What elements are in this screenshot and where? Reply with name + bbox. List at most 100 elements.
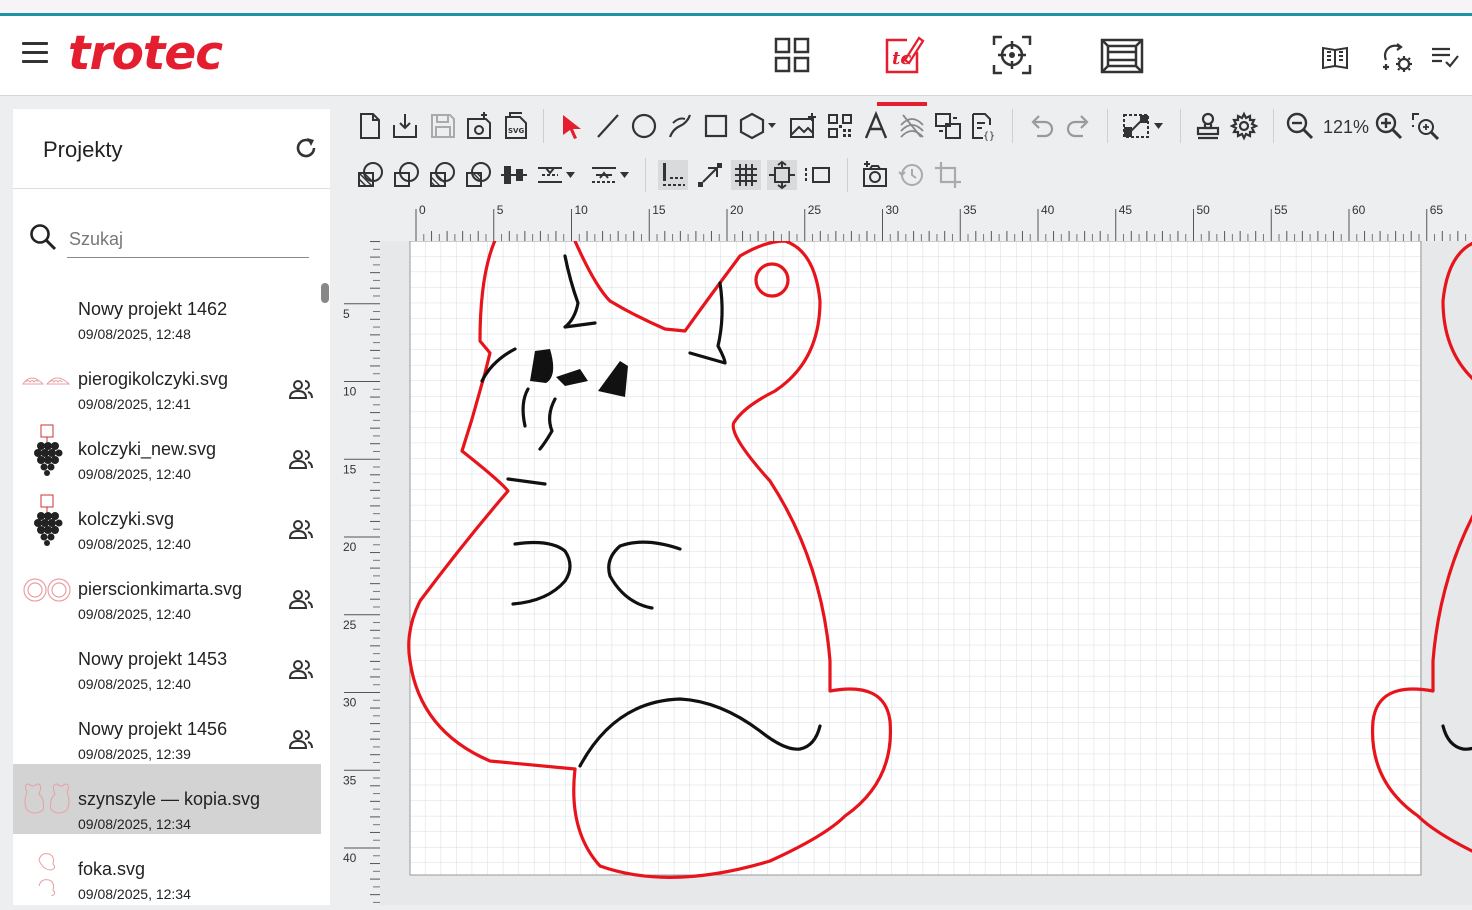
grid-snap-icon[interactable] xyxy=(731,160,761,190)
new-file-icon[interactable] xyxy=(355,111,385,141)
design-canvas[interactable] xyxy=(380,234,1472,905)
book-icon[interactable] xyxy=(1319,40,1353,74)
zoom-in-icon[interactable] xyxy=(1374,111,1404,141)
replace-object-icon[interactable] xyxy=(933,111,963,141)
queue-list-icon[interactable] xyxy=(1428,40,1462,74)
horizontal-ruler: 0 5 10 15 20 25 30 35 40 45 50 55 60 65 xyxy=(380,200,1472,241)
bounding-box-icon[interactable] xyxy=(803,160,833,190)
snap-to-point-icon[interactable] xyxy=(695,160,725,190)
list-item[interactable]: foka.svg 09/08/2025, 12:34 xyxy=(13,834,321,904)
arrange-dropdown-icon[interactable] xyxy=(1121,111,1165,141)
weld-icon[interactable] xyxy=(355,160,385,190)
project-thumbnail xyxy=(21,774,73,826)
toolbar-separator xyxy=(847,158,848,192)
project-name: Nowy projekt 1462 xyxy=(78,299,228,319)
ruler-label: 20 xyxy=(730,203,744,217)
project-name: foka.svg xyxy=(78,859,146,879)
variable-data-icon[interactable]: {} xyxy=(969,111,999,142)
redo-icon[interactable] xyxy=(1063,111,1093,141)
camera-add-icon[interactable] xyxy=(861,160,891,190)
shared-users-icon[interactable] xyxy=(287,657,315,681)
project-date: 09/08/2025, 12:40 xyxy=(78,536,191,552)
sidebar-scrollbar[interactable] xyxy=(321,283,329,303)
svg-text:{}: {} xyxy=(983,131,995,141)
ruler-label: 60 xyxy=(1352,203,1366,217)
history-icon[interactable] xyxy=(897,160,927,190)
sidebar-title: Projekty xyxy=(43,137,123,162)
project-name: Nowy projekt 1453 xyxy=(78,649,228,669)
list-item[interactable]: Nowy projekt 1456 09/08/2025, 12:39 xyxy=(13,694,321,764)
project-thumbnail xyxy=(21,494,73,546)
svg-text:tc: tc xyxy=(892,48,911,69)
qr-code-icon[interactable] xyxy=(825,111,855,141)
zoom-fit-icon[interactable] xyxy=(1410,111,1440,141)
center-snap-icon[interactable] xyxy=(767,160,797,190)
list-item-selected[interactable]: szynszyle — kopia.svg 09/08/2025, 12:34 xyxy=(13,764,321,834)
project-name: pierscionkimarta.svg xyxy=(78,579,243,599)
laser-machine-icon[interactable] xyxy=(1097,30,1147,80)
dashboard-grid-icon[interactable] xyxy=(767,30,817,80)
project-date: 09/08/2025, 12:41 xyxy=(78,396,191,412)
refresh-icon[interactable] xyxy=(293,135,319,161)
export-svg-icon[interactable]: SVG xyxy=(500,111,530,141)
text-tool-icon[interactable] xyxy=(861,110,891,141)
image-import-icon[interactable] xyxy=(788,111,818,141)
settings-gear-icon[interactable] xyxy=(1229,111,1259,141)
list-item[interactable]: kolczyki_new.svg 09/08/2025, 12:40 xyxy=(13,414,321,484)
ruler-label: 10 xyxy=(575,203,589,217)
project-date: 09/08/2025, 12:34 xyxy=(78,816,191,832)
app-header: trotec tc xyxy=(0,16,1472,106)
list-item[interactable]: kolczyki.svg 09/08/2025, 12:40 xyxy=(13,484,321,554)
intersect-icon[interactable] xyxy=(463,160,493,190)
save-as-icon[interactable] xyxy=(464,111,494,141)
stamp-icon[interactable] xyxy=(1193,111,1223,141)
search-icon xyxy=(28,222,58,252)
crosshair-position-icon[interactable] xyxy=(987,30,1037,80)
save-icon[interactable] xyxy=(428,111,458,141)
list-item[interactable]: Nowy projekt 1462 09/08/2025, 12:48 xyxy=(13,274,321,344)
sync-settings-icon[interactable] xyxy=(1380,40,1414,74)
shared-users-icon[interactable] xyxy=(287,587,315,611)
polygon-tool-icon[interactable] xyxy=(737,111,777,141)
combine-icon[interactable] xyxy=(391,160,421,190)
subtract-icon[interactable] xyxy=(427,160,457,190)
import-icon[interactable] xyxy=(390,111,420,141)
ruler-label: 15 xyxy=(652,203,666,217)
zoom-out-icon[interactable] xyxy=(1285,111,1315,141)
shared-users-icon[interactable] xyxy=(287,517,315,541)
distribute-dropdown-icon[interactable] xyxy=(535,160,579,190)
curve-tool-icon[interactable] xyxy=(665,111,695,141)
ruler-label: 40 xyxy=(343,851,357,865)
search-input[interactable] xyxy=(67,221,309,258)
project-thumbnail xyxy=(21,844,73,897)
zoom-level: 121% xyxy=(1323,117,1370,137)
project-name: Nowy projekt 1456 xyxy=(78,719,228,739)
rectangle-tool-icon[interactable] xyxy=(701,111,731,141)
toolbar-separator xyxy=(1107,109,1108,143)
project-date: 09/08/2025, 12:40 xyxy=(78,676,191,692)
undo-icon[interactable] xyxy=(1027,111,1057,141)
line-tool-icon[interactable] xyxy=(593,111,623,141)
list-item[interactable]: pierogikolczyki.svg 09/08/2025, 12:41 xyxy=(13,344,321,414)
select-pointer-icon[interactable] xyxy=(557,111,587,141)
project-name: szynszyle — kopia.svg xyxy=(78,789,261,809)
list-item[interactable]: Nowy projekt 1453 09/08/2025, 12:40 xyxy=(13,624,321,694)
ruler-label: 30 xyxy=(886,203,900,217)
list-item[interactable]: pierscionkimarta.svg 09/08/2025, 12:40 xyxy=(13,554,321,624)
shared-users-icon[interactable] xyxy=(287,377,315,401)
align-center-icon[interactable] xyxy=(499,160,529,190)
shared-users-icon[interactable] xyxy=(287,447,315,471)
menu-icon[interactable] xyxy=(22,42,48,64)
ruler-label: 25 xyxy=(808,203,822,217)
ruler-label: 50 xyxy=(1197,203,1211,217)
trotec-logo: trotec xyxy=(68,26,223,81)
crop-icon[interactable] xyxy=(933,160,963,190)
design-pen-icon[interactable]: tc xyxy=(877,30,927,106)
hatch-fill-icon[interactable] xyxy=(897,111,927,141)
shared-users-icon[interactable] xyxy=(287,727,315,751)
spacing-dropdown-icon[interactable] xyxy=(589,160,633,190)
project-thumbnail xyxy=(21,424,73,476)
snap-to-object-icon[interactable] xyxy=(658,160,688,190)
projects-sidebar: Projekty Nowy projekt 1462 09/08/2025, 1… xyxy=(13,109,330,905)
ellipse-tool-icon[interactable] xyxy=(629,111,659,141)
